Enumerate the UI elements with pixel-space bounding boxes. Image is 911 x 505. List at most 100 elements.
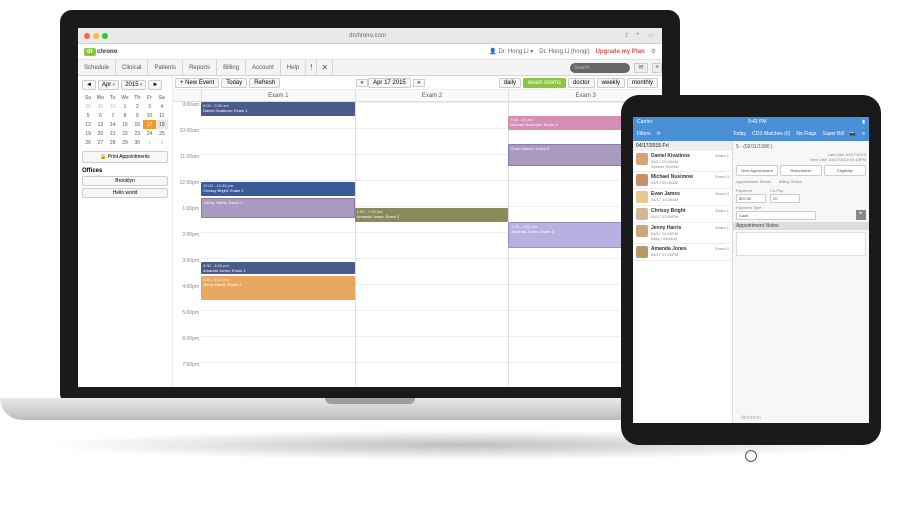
cal-day[interactable]: 18 <box>156 120 168 129</box>
cds-matches[interactable]: CDS Matches (6) <box>752 131 790 137</box>
nav-item-help[interactable]: Help <box>281 60 306 75</box>
cal-day[interactable]: 29 <box>119 138 131 147</box>
messages-icon[interactable]: ✉ <box>634 63 648 73</box>
cal-day[interactable]: 24 <box>143 129 155 138</box>
menu-icon[interactable]: ≡ <box>862 131 865 137</box>
nav-item-account[interactable]: Account <box>246 60 281 75</box>
window-maximize-icon[interactable] <box>102 33 108 39</box>
cal-next[interactable]: ► <box>148 80 162 90</box>
payment-type-input[interactable]: Cash <box>736 211 816 220</box>
superbill-button[interactable]: Super Bill <box>822 131 843 137</box>
filters-button[interactable]: Filters <box>637 131 651 137</box>
new-event-button[interactable]: + New Event <box>175 78 219 88</box>
cal-day[interactable]: 4 <box>156 102 168 111</box>
add-icon[interactable]: + <box>652 63 662 73</box>
patient-row[interactable]: Amanda Jones04/17 01:00PMExam 2 <box>633 244 732 261</box>
cal-day[interactable]: 21 <box>107 129 119 138</box>
window-close-icon[interactable] <box>84 33 90 39</box>
cal-year[interactable]: 2015 <box>121 80 146 90</box>
appointment[interactable]: 9:00 - 9:30 amDaniel Kivatinos: Exam 1 <box>201 102 355 116</box>
view-monthly[interactable]: monthly <box>627 78 658 88</box>
calendar-grid[interactable]: 9:00am10:00am11:00am12:00pm1:00pm2:00pm3… <box>173 102 662 387</box>
nav-flag-icon[interactable]: ! <box>306 60 317 75</box>
view-exam-rooms[interactable]: exam rooms <box>523 78 566 88</box>
cal-day[interactable]: 16 <box>131 120 143 129</box>
appointment[interactable]: Jenny Harris: Exam 1 <box>201 198 355 218</box>
nav-close-icon[interactable]: ✕ <box>317 60 333 75</box>
nav-item-billing[interactable]: Billing <box>217 60 246 75</box>
tabs-icon[interactable]: ▭ <box>648 32 656 40</box>
detail-button-reschedule[interactable]: Reschedule <box>780 165 822 176</box>
patient-row[interactable]: Jenny Harris04/17 01:00PMBaby CheckupExa… <box>633 223 732 244</box>
cal-day[interactable]: 15 <box>119 120 131 129</box>
cal-day[interactable]: 3 <box>143 102 155 111</box>
nav-item-reports[interactable]: Reports <box>183 60 217 75</box>
cal-day[interactable]: 27 <box>94 138 106 147</box>
cal-day[interactable]: 17 <box>143 120 155 129</box>
cal-day[interactable]: 5 <box>82 111 94 120</box>
upgrade-link[interactable]: Upgrade my Plan <box>596 49 645 55</box>
refresh-button[interactable]: Refresh <box>249 78 280 88</box>
cal-day[interactable]: 6 <box>94 111 106 120</box>
cal-day[interactable]: 1 <box>143 138 155 147</box>
detail-button-eligibility[interactable]: Eligibility <box>824 165 866 176</box>
date-display[interactable]: Apr 17 2015 <box>368 78 411 88</box>
cal-month[interactable]: Apr <box>98 80 119 90</box>
cal-day[interactable]: 2 <box>131 102 143 111</box>
today-button[interactable]: Today <box>733 131 746 137</box>
appointment[interactable]: 4:15 - 5:15 pmJenny Harris: Exam 1 <box>201 276 355 300</box>
user-dropdown[interactable]: 👤 Dr. Hong Li ▾ <box>489 48 533 55</box>
refresh-icon[interactable]: ⟳ <box>657 131 661 137</box>
search-input[interactable]: Search <box>570 63 630 73</box>
cal-day[interactable]: 30 <box>131 138 143 147</box>
appointment[interactable]: 3:30 - 4:00 pmAmanda Jones: Exam 1 <box>201 262 355 274</box>
cal-day[interactable]: 31 <box>107 102 119 111</box>
nav-item-clinical[interactable]: Clinical <box>116 60 148 75</box>
cal-day[interactable]: 8 <box>119 111 131 120</box>
print-appointments-button[interactable]: 🔒 Print Appointments <box>82 151 168 163</box>
no-flags[interactable]: No Flags <box>796 131 816 137</box>
cal-day[interactable]: 29 <box>82 102 94 111</box>
cal-day[interactable]: 1 <box>119 102 131 111</box>
camera-icon[interactable]: 📷 <box>850 131 856 137</box>
date-prev[interactable]: « <box>356 79 368 87</box>
cal-day[interactable]: 28 <box>107 138 119 147</box>
today-button[interactable]: Today <box>221 78 247 88</box>
office-item[interactable]: Hello world <box>82 188 168 198</box>
cal-day[interactable]: 23 <box>131 129 143 138</box>
cal-day[interactable]: 11 <box>156 111 168 120</box>
new-tab-icon[interactable]: + <box>636 32 644 40</box>
nav-item-patients[interactable]: Patients <box>148 60 183 75</box>
cal-day[interactable]: 2 <box>156 138 168 147</box>
detail-button-new-appointment[interactable]: New Appointment <box>736 165 778 176</box>
cal-day[interactable]: 10 <box>143 111 155 120</box>
nav-item-schedule[interactable]: Schedule <box>78 60 116 75</box>
settings-icon[interactable]: ⚙ <box>651 48 656 55</box>
view-weekly[interactable]: weekly <box>597 78 625 88</box>
date-next[interactable]: » <box>413 79 425 87</box>
home-button[interactable] <box>745 450 757 462</box>
office-item[interactable]: Brooklyn <box>82 176 168 186</box>
mini-calendar[interactable]: SuMoTuWeThFrSa 2930311234567891011121314… <box>82 93 168 147</box>
cal-day[interactable]: 12 <box>82 120 94 129</box>
view-daily[interactable]: daily <box>499 78 521 88</box>
cal-day[interactable]: 9 <box>131 111 143 120</box>
cal-day[interactable]: 13 <box>94 120 106 129</box>
expand-icon[interactable]: ▸ <box>856 210 866 220</box>
notes-textarea[interactable] <box>736 232 866 256</box>
patient-row[interactable]: Chrissy Bright04/17 12:00PMExam 1 <box>633 206 732 223</box>
patient-row[interactable]: Michael Nusimow04/17 09:45AMExam 3 <box>633 172 732 189</box>
cal-day[interactable]: 14 <box>107 120 119 129</box>
payment-input[interactable]: $20.00 <box>736 194 766 203</box>
patient-row[interactable]: Evan James04/17 10:30AMExam 3 <box>633 189 732 206</box>
cal-day[interactable]: 19 <box>82 129 94 138</box>
share-icon[interactable]: ⇪ <box>624 32 632 40</box>
cal-prev[interactable]: ◄ <box>82 80 96 90</box>
patient-row[interactable]: Daniel Kivatinos04/17 09:00AMSystem Revi… <box>633 151 732 172</box>
cal-day[interactable]: 20 <box>94 129 106 138</box>
cal-day[interactable]: 26 <box>82 138 94 147</box>
cal-day[interactable]: 7 <box>107 111 119 120</box>
appointment[interactable]: 12:00 - 12:45 pmChrissy Bright: Exam 1 <box>201 182 355 196</box>
view-doctor[interactable]: doctor <box>568 78 595 88</box>
cal-day[interactable]: 30 <box>94 102 106 111</box>
